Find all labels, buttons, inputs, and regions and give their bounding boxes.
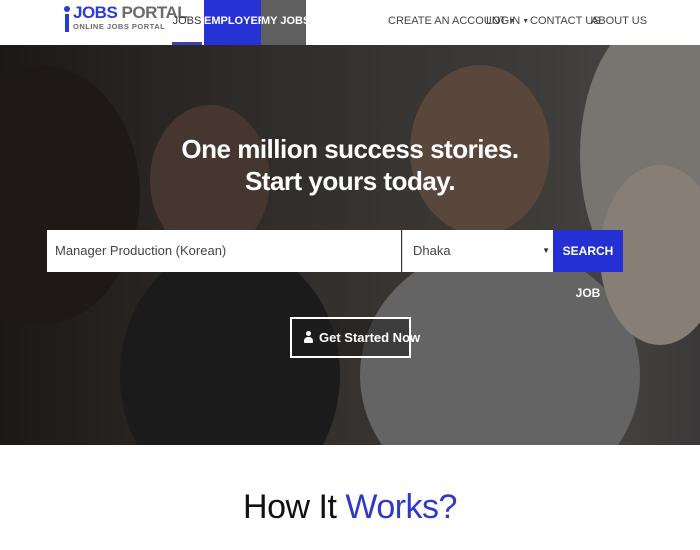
nav-login[interactable]: LOGIN ▼ — [486, 0, 529, 45]
caret-down-icon: ▼ — [542, 246, 550, 255]
location-select[interactable]: Dhaka ▼ — [402, 230, 553, 272]
logo-title: JOBS PORTAL — [73, 3, 188, 23]
how-it-works-title-part2: Works? — [345, 488, 457, 526]
user-icon — [304, 331, 313, 343]
caret-down-icon: ▼ — [522, 18, 530, 25]
i-person-logo-icon — [64, 6, 70, 32]
logo-tagline: ONLINE JOBS PORTAL — [73, 22, 166, 31]
search-job-button[interactable]: SEARCH JOB — [553, 230, 623, 300]
nav-contact-us[interactable]: CONTACT US — [530, 0, 601, 45]
get-started-button[interactable]: Get Started Now — [290, 317, 420, 358]
hero-headline-line2: Start yours today. — [244, 166, 456, 196]
nav-login-label: LOGIN — [486, 15, 521, 27]
nav-create-account[interactable]: CREATE AN ACCOUNT ▼ — [388, 0, 515, 45]
nav-employers[interactable]: EMPLOYERS — [204, 0, 273, 45]
get-started-label: Get Started Now — [319, 330, 421, 345]
how-it-works-title: How It Works? — [0, 488, 700, 527]
site-logo[interactable]: JOBS PORTAL ONLINE JOBS PORTAL — [64, 3, 188, 35]
hero-headline-line1: One million success stories. — [181, 134, 519, 164]
nav-my-jobs[interactable]: MY JOBS — [261, 0, 310, 45]
hero-banner: One million success stories. Start yours… — [0, 45, 700, 445]
how-it-works-title-part1: How It — [243, 488, 337, 526]
top-navbar: JOBS PORTAL ONLINE JOBS PORTAL JOBS EMPL… — [0, 0, 700, 45]
nav-about-us[interactable]: ABOUT US — [591, 0, 647, 45]
nav-jobs[interactable]: JOBS — [172, 0, 202, 45]
job-keyword-input[interactable]: Manager Production (Korean) — [47, 230, 401, 272]
location-select-value: Dhaka — [413, 243, 451, 258]
logo-word-jobs: JOBS — [73, 3, 118, 22]
